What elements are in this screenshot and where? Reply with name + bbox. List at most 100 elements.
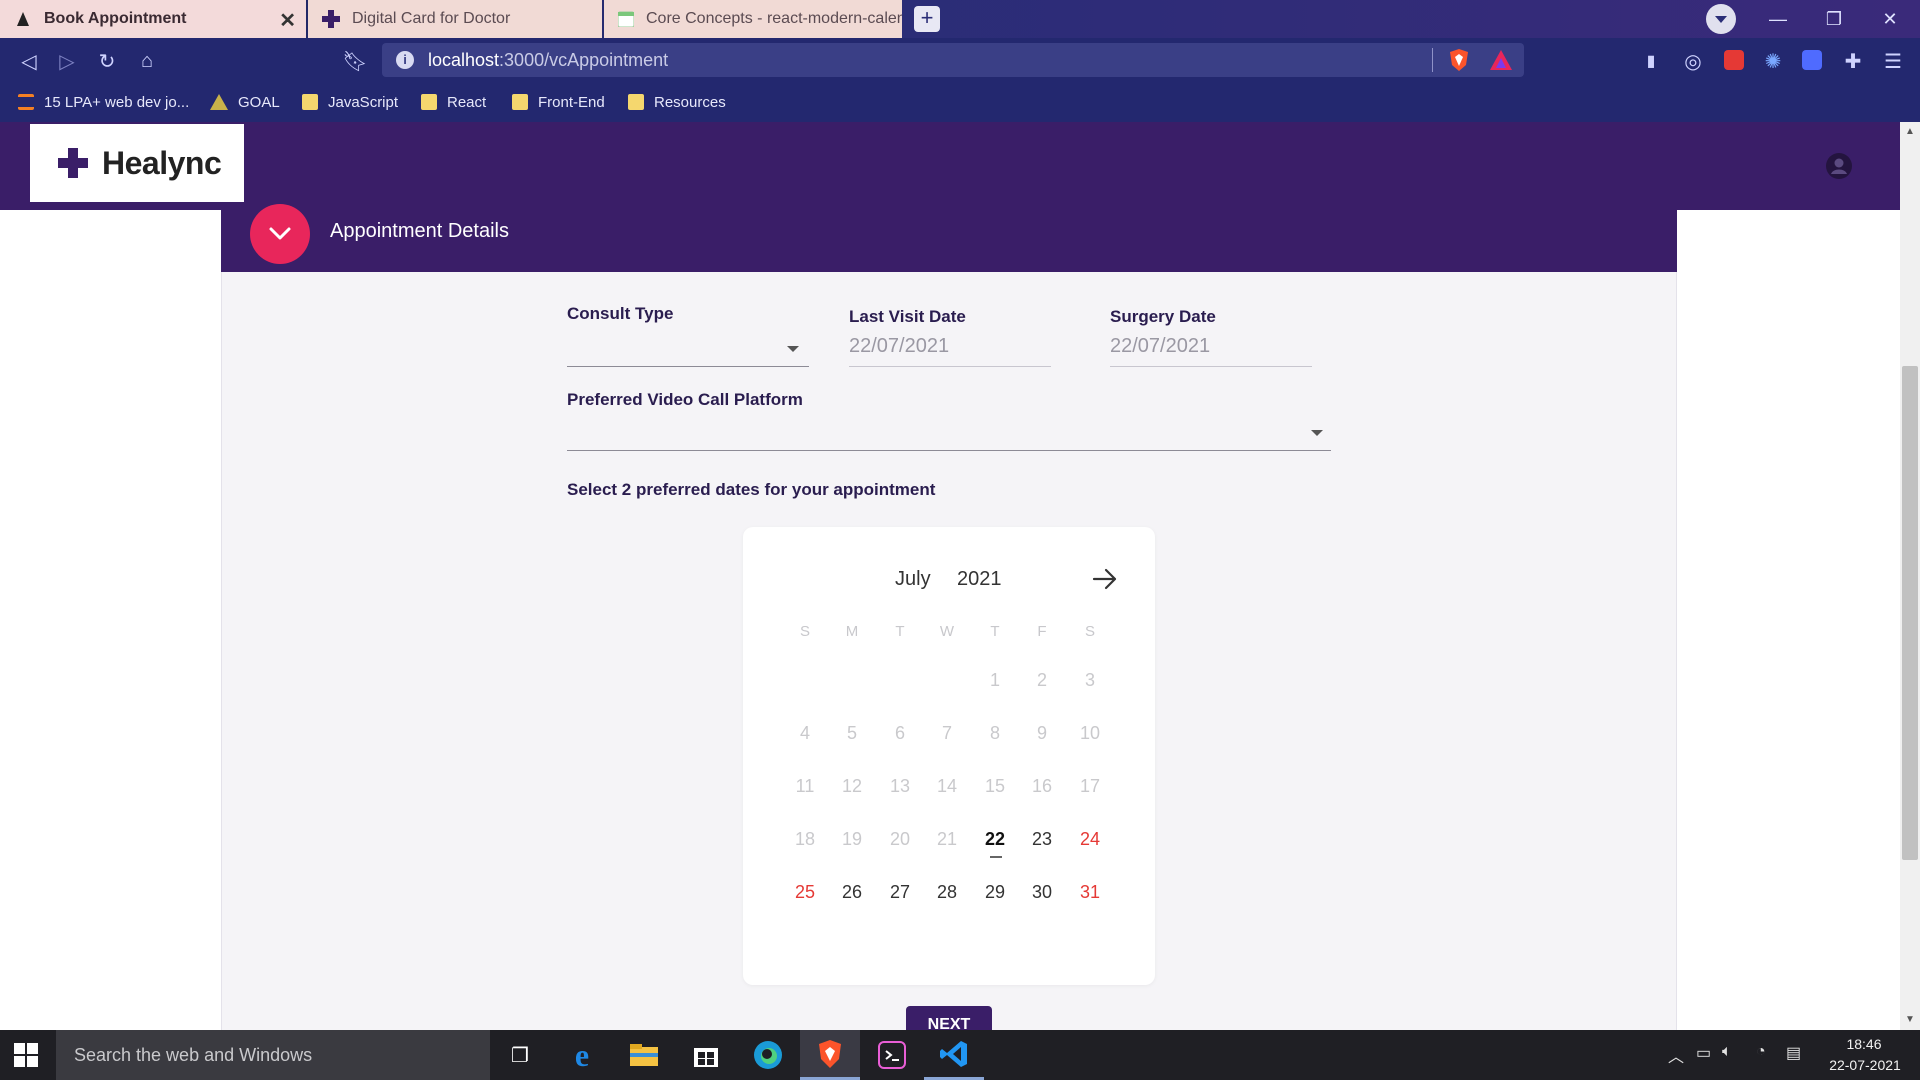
extensions-puzzle-icon[interactable]: ✚	[1838, 46, 1868, 76]
last-visit-label: Last Visit Date	[849, 307, 966, 326]
brand-name: Healync	[102, 144, 222, 181]
calendar-day: 11	[795, 776, 815, 796]
bookmark-folder[interactable]: Front-End	[512, 82, 605, 122]
minimize-icon[interactable]: —	[1758, 4, 1798, 34]
platform-underline	[567, 450, 1331, 451]
brave-taskbar-icon[interactable]	[800, 1030, 860, 1080]
folder-icon	[512, 94, 528, 110]
edge-legacy-icon[interactable]: e	[552, 1030, 612, 1080]
calendar-day[interactable]: 26	[834, 882, 870, 903]
scroll-down-icon[interactable]: ▼	[1904, 1014, 1916, 1026]
bookmark-folder[interactable]: React	[421, 82, 486, 122]
restore-icon[interactable]: ❐	[1814, 4, 1854, 34]
calendar-day[interactable]: 24	[1072, 829, 1108, 850]
close-tab-icon[interactable]: ✕	[279, 8, 296, 33]
calendar-day: 14	[936, 776, 958, 796]
forward-icon[interactable]: ▷	[52, 46, 82, 76]
extension-red-icon[interactable]	[1724, 50, 1744, 70]
healync-cross-icon	[58, 148, 88, 178]
volume-icon[interactable]: 🔈︎	[1722, 1043, 1732, 1061]
bookmark-folder[interactable]: Resources	[628, 82, 726, 122]
calendar-day[interactable]: 31	[1072, 882, 1108, 903]
calendar-day: 3	[1084, 670, 1095, 690]
task-view-icon[interactable]: ❐	[490, 1030, 550, 1080]
scroll-up-icon[interactable]: ▲	[1904, 126, 1916, 138]
brave-shields-icon[interactable]	[1448, 48, 1470, 72]
taskbar-search-input[interactable]: Search the web and Windows	[56, 1030, 490, 1080]
reload-icon[interactable]: ↻	[92, 46, 122, 76]
calendar-day: 8	[989, 723, 1000, 743]
calendar-day: 5	[846, 723, 857, 743]
calendar-day[interactable]: 23	[1024, 829, 1060, 850]
calendar-tab-icon	[618, 10, 634, 28]
last-visit-underline	[849, 366, 1051, 367]
next-month-button[interactable]	[1090, 564, 1120, 594]
store-icon[interactable]	[676, 1030, 736, 1080]
platform-label: Preferred Video Call Platform	[567, 390, 803, 409]
calendar-day: 4	[799, 723, 810, 743]
address-bar[interactable]: i localhost:3000/vcAppointment	[382, 43, 1524, 77]
calendar-day: 17	[1079, 776, 1101, 796]
chevron-down-icon	[269, 227, 291, 240]
clock-time[interactable]: 18:46	[1842, 1036, 1886, 1052]
back-icon[interactable]: ◁	[14, 46, 44, 76]
bookmark-label: 15 LPA+ web dev jo...	[44, 93, 190, 111]
calendar-month[interactable]: July	[895, 568, 931, 591]
extension-target-icon[interactable]: ◎	[1678, 46, 1708, 76]
surgery-date-field[interactable]: 22/07/2021	[1110, 335, 1312, 365]
tab-digital-card[interactable]: Digital Card for Doctor	[308, 0, 602, 38]
brave-rewards-icon[interactable]	[1490, 50, 1512, 70]
scrollbar-thumb[interactable]	[1902, 366, 1918, 860]
calendar-weekday: F	[1037, 623, 1047, 640]
extension-lamp-icon[interactable]: ▮	[1636, 46, 1666, 76]
tab-book-appointment[interactable]: Book Appointment ✕	[0, 0, 306, 38]
calendar-day[interactable]: 27	[882, 882, 918, 903]
bookmark-item[interactable]: 15 LPA+ web dev jo...	[18, 82, 189, 122]
app-header	[0, 122, 1900, 210]
windows-start-icon[interactable]	[14, 1043, 38, 1067]
close-window-icon[interactable]: ✕	[1870, 4, 1910, 34]
wifi-icon[interactable]: ◔	[1756, 1043, 1766, 1061]
calendar-day: 16	[1031, 776, 1053, 796]
calendar-day[interactable]: 29	[977, 882, 1013, 903]
collapse-section-button[interactable]	[250, 204, 310, 264]
bookmark-folder[interactable]: JavaScript	[302, 82, 398, 122]
calendar-day[interactable]: 25	[787, 882, 823, 903]
url-path: :3000/vcAppointment	[499, 49, 669, 70]
brave-tab-icon	[14, 10, 32, 28]
new-tab-button[interactable]: +	[914, 6, 940, 32]
calendar-day-today[interactable]: 22	[977, 829, 1013, 850]
goal-icon	[210, 94, 228, 110]
dropdown-caret-icon	[1311, 430, 1323, 436]
bookmark-label: GOAL	[238, 93, 280, 111]
folder-icon	[628, 94, 644, 110]
bookmark-page-icon[interactable]: 🔖︎	[340, 46, 370, 76]
account-icon[interactable]	[1826, 153, 1852, 179]
calendar-year[interactable]: 2021	[957, 568, 1002, 591]
tray-chevron-icon[interactable]: ︿	[1668, 1043, 1684, 1067]
calendar-day[interactable]: 28	[929, 882, 965, 903]
terminal-icon[interactable]	[862, 1030, 922, 1080]
extension-gear-icon[interactable]: ✺	[1758, 46, 1788, 76]
bookmark-item[interactable]: GOAL	[210, 82, 280, 122]
file-explorer-icon[interactable]	[614, 1030, 674, 1080]
notifications-icon[interactable]: ▤	[1786, 1043, 1801, 1063]
vscode-icon[interactable]	[924, 1030, 984, 1080]
site-info-icon[interactable]: i	[396, 51, 414, 69]
browser-menu-icon[interactable]: ☰	[1878, 46, 1908, 76]
calendar-day: 1	[989, 670, 1000, 690]
tab-core-concepts[interactable]: Core Concepts - react-modern-calend	[604, 0, 902, 38]
consult-type-select[interactable]	[567, 334, 809, 366]
extension-blue-icon[interactable]	[1802, 50, 1822, 70]
battery-icon[interactable]: ▭	[1696, 1043, 1711, 1063]
calendar-day[interactable]: 30	[1024, 882, 1060, 903]
calendar-day: 12	[841, 776, 863, 796]
platform-select[interactable]	[567, 420, 1331, 450]
last-visit-date-field[interactable]: 22/07/2021	[849, 335, 1051, 365]
consult-type-underline	[567, 366, 809, 367]
profile-menu-icon[interactable]	[1706, 4, 1736, 34]
edge-icon[interactable]	[738, 1030, 798, 1080]
clock-date[interactable]: 22-07-2021	[1822, 1057, 1908, 1073]
logo[interactable]: Healync	[30, 124, 244, 202]
home-icon[interactable]: ⌂	[132, 46, 162, 76]
